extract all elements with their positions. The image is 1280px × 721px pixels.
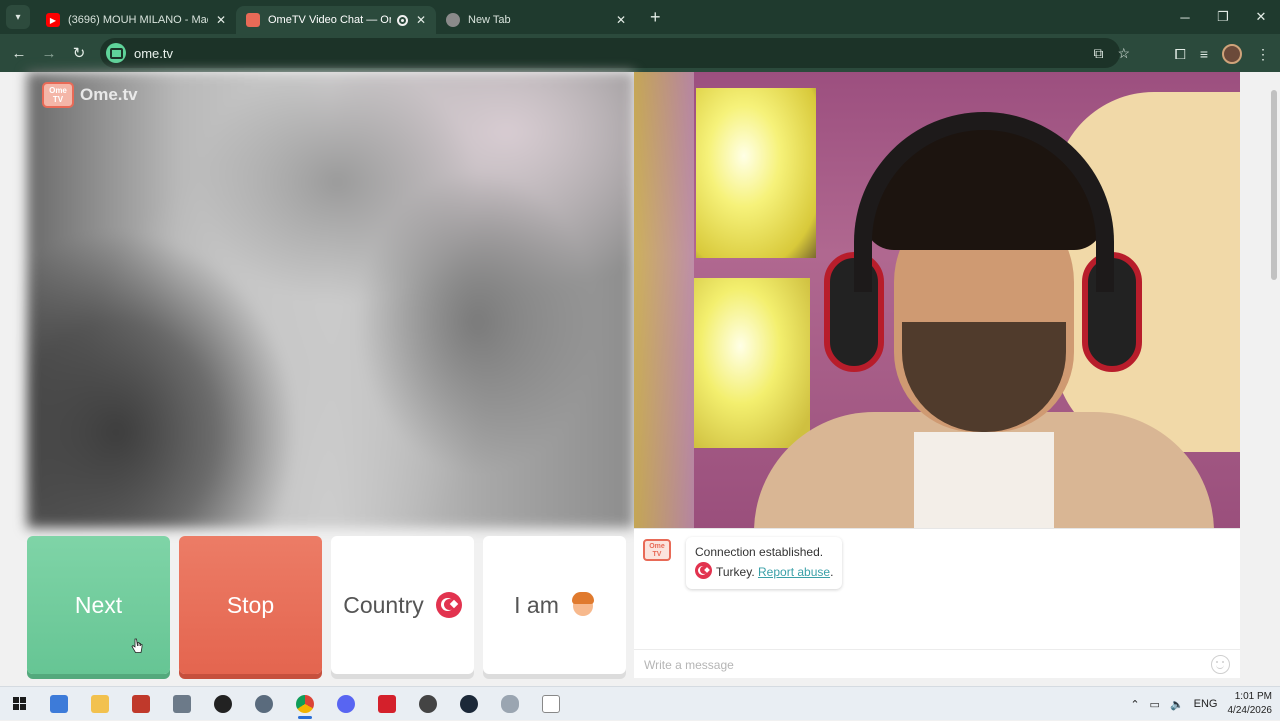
chat-panel: Ome TV Connection established. Turkey. R… <box>634 528 1240 678</box>
gender-button[interactable]: I am <box>483 536 626 674</box>
youtube-icon: ▶ <box>46 13 60 27</box>
file-explorer-icon[interactable] <box>79 687 120 721</box>
bookmark-star-icon[interactable]: ☆ <box>1117 45 1130 62</box>
show-hidden-icons-chevron-icon[interactable]: ⌃ <box>1130 698 1139 711</box>
stop-button[interactable]: Stop <box>179 536 322 674</box>
system-tray: ⌃ ▭ 🔈 ENG 1:01 PM 4/24/2026 <box>1130 687 1272 721</box>
tab-title: (3696) MOUH MILANO - Machu <box>68 14 208 26</box>
clock-date: 4/24/2026 <box>1227 705 1273 716</box>
video-app-icon[interactable] <box>120 687 161 721</box>
recording-indicator-icon <box>396 14 408 26</box>
settings-app-icon[interactable] <box>161 687 202 721</box>
stranger-video <box>27 72 634 528</box>
message-input[interactable] <box>644 657 1184 672</box>
back-arrow-icon[interactable]: ← <box>4 45 34 62</box>
close-window-icon[interactable]: ✕ <box>1242 9 1280 25</box>
ometv-logo-icon: Ome TV <box>42 82 74 108</box>
start-button[interactable] <box>0 687 38 721</box>
close-tab-icon[interactable]: ✕ <box>616 13 626 27</box>
steelseries-icon[interactable] <box>202 687 243 721</box>
network-icon[interactable]: ▭ <box>1150 698 1160 711</box>
partner-country: Turkey. <box>716 565 755 579</box>
obs-icon[interactable] <box>407 687 448 721</box>
install-app-icon[interactable]: ⧉ <box>1093 45 1103 62</box>
extensions-icon[interactable]: ⧠ <box>1175 46 1186 63</box>
ometv-logo-text: Ome.tv <box>80 85 138 104</box>
language-indicator[interactable]: ENG <box>1194 698 1218 710</box>
page-scrollbar[interactable] <box>1268 72 1280 686</box>
volume-icon[interactable]: 🔈 <box>1170 698 1184 711</box>
tab-new-tab[interactable]: New Tab ✕ <box>436 6 636 34</box>
country-button[interactable]: Country <box>331 536 474 674</box>
emoji-picker-icon[interactable] <box>1211 655 1230 674</box>
discord-icon[interactable] <box>325 687 366 721</box>
boy-emoji-icon <box>571 592 595 618</box>
profile-avatar[interactable] <box>1222 44 1242 64</box>
windows-logo-icon <box>12 697 26 710</box>
store-icon[interactable] <box>38 687 79 721</box>
person-silhouette <box>754 112 1214 528</box>
address-toolbar: ← → ↻ ome.tv <box>0 34 1280 72</box>
turkey-flag-icon <box>435 592 462 618</box>
ometv-page: Ome TV Ome.tv Next Stop Country I am Ome… <box>0 72 1280 686</box>
clock-time: 1:01 PM <box>1234 691 1272 702</box>
close-tab-icon[interactable]: ✕ <box>416 13 426 27</box>
site-info-icon[interactable] <box>106 43 126 63</box>
partner-country-line: Turkey. Report abuse. <box>695 562 833 582</box>
minimize-icon[interactable]: ─ <box>1166 10 1204 25</box>
turkey-flag-icon <box>695 562 712 579</box>
window-controls: ─ ❐ ✕ <box>1166 0 1280 34</box>
self-video <box>634 72 1240 528</box>
reload-icon[interactable]: ↻ <box>64 44 94 62</box>
address-bar[interactable]: ome.tv <box>100 38 1120 68</box>
chrome-icon <box>446 13 460 27</box>
tab-search-chevron-icon[interactable]: ▾ <box>6 5 30 29</box>
stop-button-label: Stop <box>226 591 275 618</box>
chrome-icon[interactable] <box>284 687 325 721</box>
menu-kebab-icon[interactable]: ⋮ <box>1256 46 1270 63</box>
tab-title: New Tab <box>468 14 511 26</box>
tab-youtube[interactable]: ▶ (3696) MOUH MILANO - Machu ✕ <box>36 6 236 34</box>
notepad-icon[interactable] <box>530 687 571 721</box>
ometv-logo[interactable]: Ome TV Ome.tv <box>42 82 138 108</box>
forward-arrow-icon[interactable]: → <box>34 45 64 62</box>
shield-app-icon[interactable] <box>489 687 530 721</box>
system-message-bubble: Connection established. Turkey. Report a… <box>686 537 843 589</box>
hand-cursor-icon <box>131 638 143 653</box>
maximize-icon[interactable]: ❐ <box>1204 9 1242 25</box>
browser-toolbar-icons: ⧠ ≡ ⋮ <box>1175 44 1270 64</box>
url-text[interactable]: ome.tv <box>134 46 173 61</box>
browser-tab-bar: ▾ ▶ (3696) MOUH MILANO - Machu ✕ OmeTV V… <box>0 0 1280 34</box>
tab-ometv[interactable]: OmeTV Video Chat — Ome ✕ <box>236 6 436 34</box>
ometv-icon <box>246 13 260 27</box>
gender-button-label: I am <box>514 591 559 618</box>
cloud-app-icon[interactable] <box>243 687 284 721</box>
adobe-icon[interactable] <box>366 687 407 721</box>
next-button-label: Next <box>74 591 123 618</box>
clock[interactable]: 1:01 PM 4/24/2026 <box>1228 690 1273 718</box>
omnibox-actions: ⧉ ☆ <box>1093 45 1130 62</box>
tab-title: OmeTV Video Chat — Ome <box>268 14 391 26</box>
ometv-chat-logo-icon: Ome TV <box>643 539 671 561</box>
new-tab-button[interactable]: + <box>650 7 661 28</box>
windows-taskbar: ⌃ ▭ 🔈 ENG 1:01 PM 4/24/2026 <box>0 686 1280 720</box>
next-button[interactable]: Next <box>27 536 170 674</box>
scrollbar-thumb[interactable] <box>1271 90 1277 280</box>
steam-icon[interactable] <box>448 687 489 721</box>
close-tab-icon[interactable]: ✕ <box>216 13 226 27</box>
media-control-icon[interactable]: ≡ <box>1200 46 1208 62</box>
connection-status-text: Connection established. <box>695 545 824 559</box>
report-abuse-link[interactable]: Report abuse <box>758 565 830 579</box>
country-button-label: Country <box>343 591 424 618</box>
message-input-bar <box>634 649 1240 679</box>
